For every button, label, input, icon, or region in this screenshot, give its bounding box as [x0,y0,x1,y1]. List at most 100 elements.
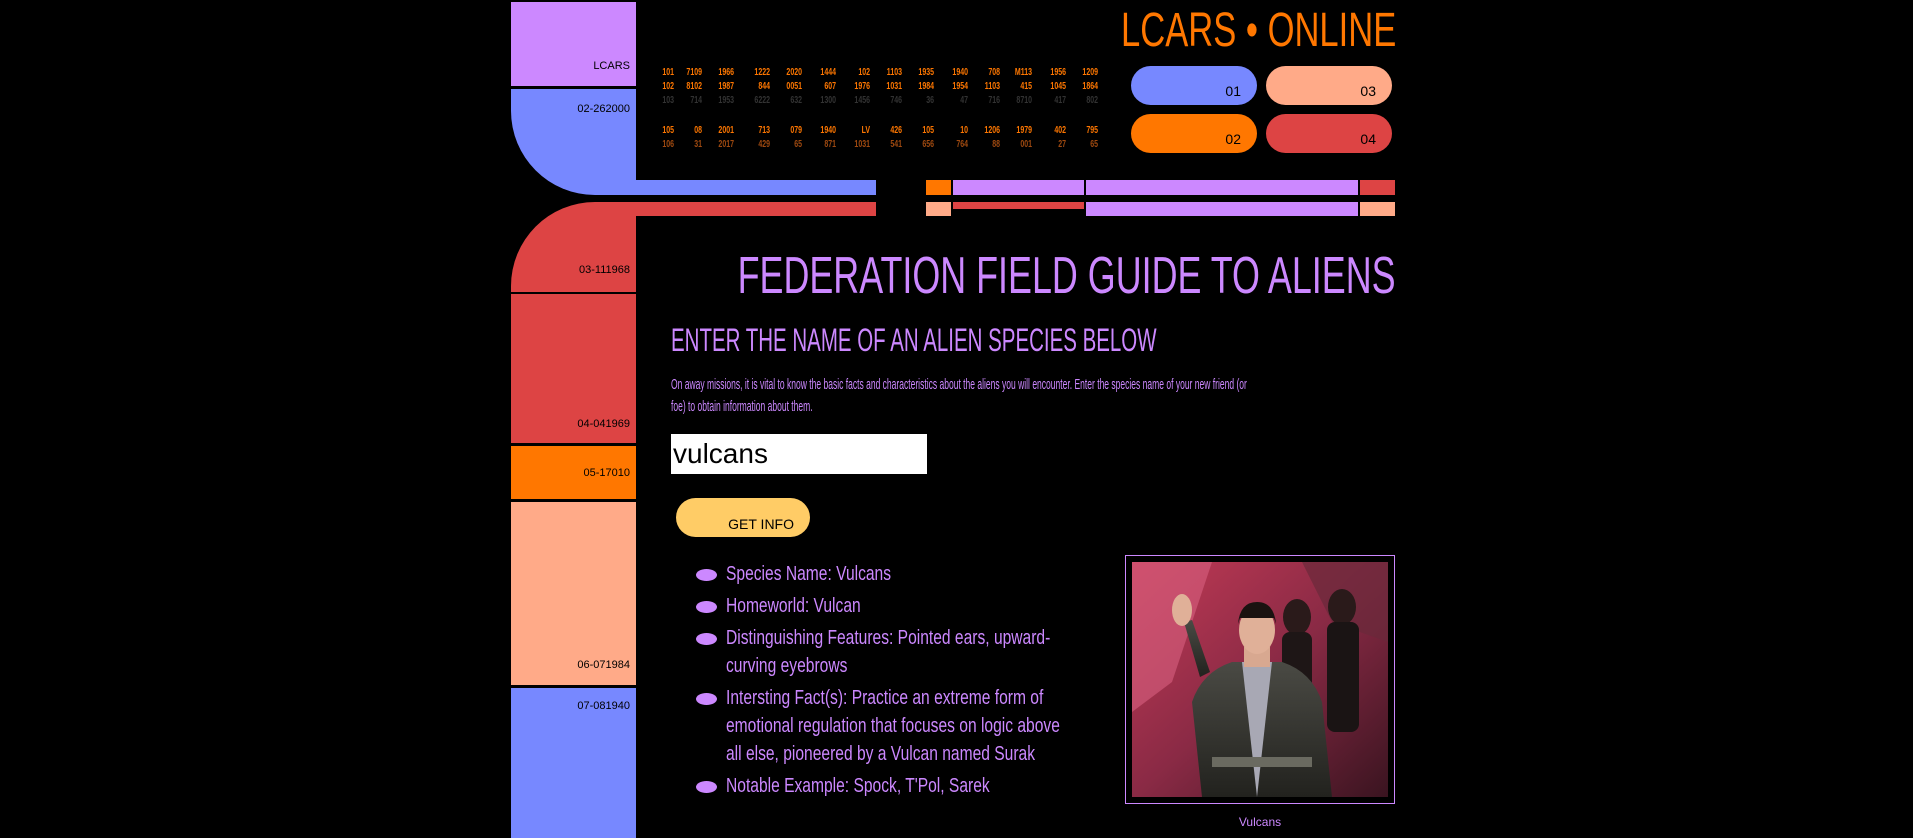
number-column: 1940 871 [802,124,836,152]
number-column: 1444 607 1300 [802,66,836,108]
divider-segment [953,202,1084,209]
number-cell: 632 [790,95,802,106]
number-cell: LV [861,125,870,136]
divider-segment [926,180,951,195]
number-cell: 713 [758,125,770,136]
number-column: 1206 88 [966,124,1000,152]
number-column: 079 65 [768,124,802,152]
number-cell: 1031 [854,139,870,150]
bullet-icon [696,569,717,581]
number-cell: 429 [758,139,770,150]
fact-text: Species Name: Vulcans [726,563,892,585]
number-cell: 2017 [718,139,734,150]
number-cell: 1953 [718,95,734,106]
bottom-elbow: 03-111968 [511,202,636,292]
sidebar-block-label: 04-041969 [577,418,630,430]
fact-text: Homeworld: Vulcan [726,595,861,617]
number-cell: 417 [1054,95,1066,106]
sidebar-block: 06-071984 [511,502,636,685]
divider-segment [1360,180,1395,195]
number-cell: 6222 [754,95,770,106]
number-column: LV 1031 [836,124,870,152]
number-cell: 1954 [952,81,968,92]
number-column: 402 27 [1032,124,1066,152]
number-column: 2020 0051 632 [768,66,802,108]
pill-button-04[interactable]: 04 [1266,114,1392,153]
divider-segment [1360,202,1395,216]
number-cell: 1222 [754,67,770,78]
number-column: 1966 1987 1953 [700,66,734,108]
bottom-elbow-bar [636,202,876,216]
bottom-elbow-inner [636,216,736,296]
number-cell: 795 [1086,125,1098,136]
number-cell: 656 [922,139,934,150]
number-cell: 402 [1054,125,1066,136]
number-cell: 1940 [820,125,836,136]
number-cell: 08 [694,125,702,136]
number-cell: 415 [1020,81,1032,92]
number-column: 1935 1984 36 [900,66,934,108]
number-cell: 844 [758,81,770,92]
pill-button-03[interactable]: 03 [1266,66,1392,105]
number-cell: 105 [922,125,934,136]
number-cell: 1103 [886,67,902,78]
number-cell: 88 [992,139,1000,150]
brand-title: LCARS • ONLINE [1120,4,1396,57]
sidebar-block: 05-17010 [511,446,636,499]
species-search-input[interactable] [671,434,927,474]
number-cell: 541 [890,139,902,150]
number-cell: 1979 [1016,125,1032,136]
divider-segment [1086,202,1358,216]
number-column: 1956 1045 417 [1032,66,1066,108]
number-cell: 1935 [918,67,934,78]
sidebar-block-label: 06-071984 [577,659,630,671]
pill-button-02[interactable]: 02 [1131,114,1257,153]
number-cell: 1456 [854,95,870,106]
number-column: 708 1103 716 [966,66,1000,108]
number-cell: 27 [1058,139,1066,150]
number-cell: 802 [1086,95,1098,106]
fact-text: Intersting Fact(s): Practice an extreme … [726,687,1060,765]
number-column: M113 415 8710 [998,66,1032,108]
number-cell: 0051 [786,81,802,92]
number-cell: 1984 [918,81,934,92]
top-elbow: 02-262000 [511,89,636,195]
number-cell: 1206 [984,125,1000,136]
number-cell: 708 [988,67,1000,78]
number-column: 795 65 [1064,124,1098,152]
bullet-icon [696,781,717,793]
number-column: 1209 1864 802 [1064,66,1098,108]
number-cell: 001 [1020,139,1032,150]
get-info-button[interactable]: GET INFO [676,498,810,537]
page-title: FEDERATION FIELD GUIDE TO ALIENS [738,247,1396,305]
number-cell: 764 [956,139,968,150]
bullet-icon [696,693,717,705]
number-cell: 1864 [1082,81,1098,92]
section-subtitle: ENTER THE NAME OF AN ALIEN SPECIES BELOW [671,322,1157,358]
number-cell: 47 [960,95,968,106]
sidebar-block-label: 03-111968 [579,264,630,276]
number-cell: 714 [690,95,702,106]
number-cell: 426 [890,125,902,136]
image-caption: Vulcans [1238,815,1282,829]
number-cell: 1940 [952,67,968,78]
number-cell: 1966 [718,67,734,78]
number-cell: 102 [858,67,870,78]
number-column: 426 541 [868,124,902,152]
sidebar-block-label: 02-262000 [577,103,630,115]
number-cell: 2020 [786,67,802,78]
number-cell: M113 [1014,67,1032,78]
pill-button-01[interactable]: 01 [1131,66,1257,105]
fact-text: Distinguishing Features: Pointed ears, u… [726,627,1051,677]
number-column: 1103 1031 746 [868,66,902,108]
species-photo [1132,562,1388,797]
intro-text: On away missions, it is vital to know th… [671,376,1247,415]
number-cell: 871 [824,139,836,150]
number-cell: 1976 [854,81,870,92]
number-column: 105 656 [900,124,934,152]
number-cell: 079 [790,125,802,136]
number-column: 102 1976 1456 [836,66,870,108]
sidebar-block: 04-041969 [511,294,636,443]
bullet-icon [696,601,717,613]
number-cell: 1987 [718,81,734,92]
